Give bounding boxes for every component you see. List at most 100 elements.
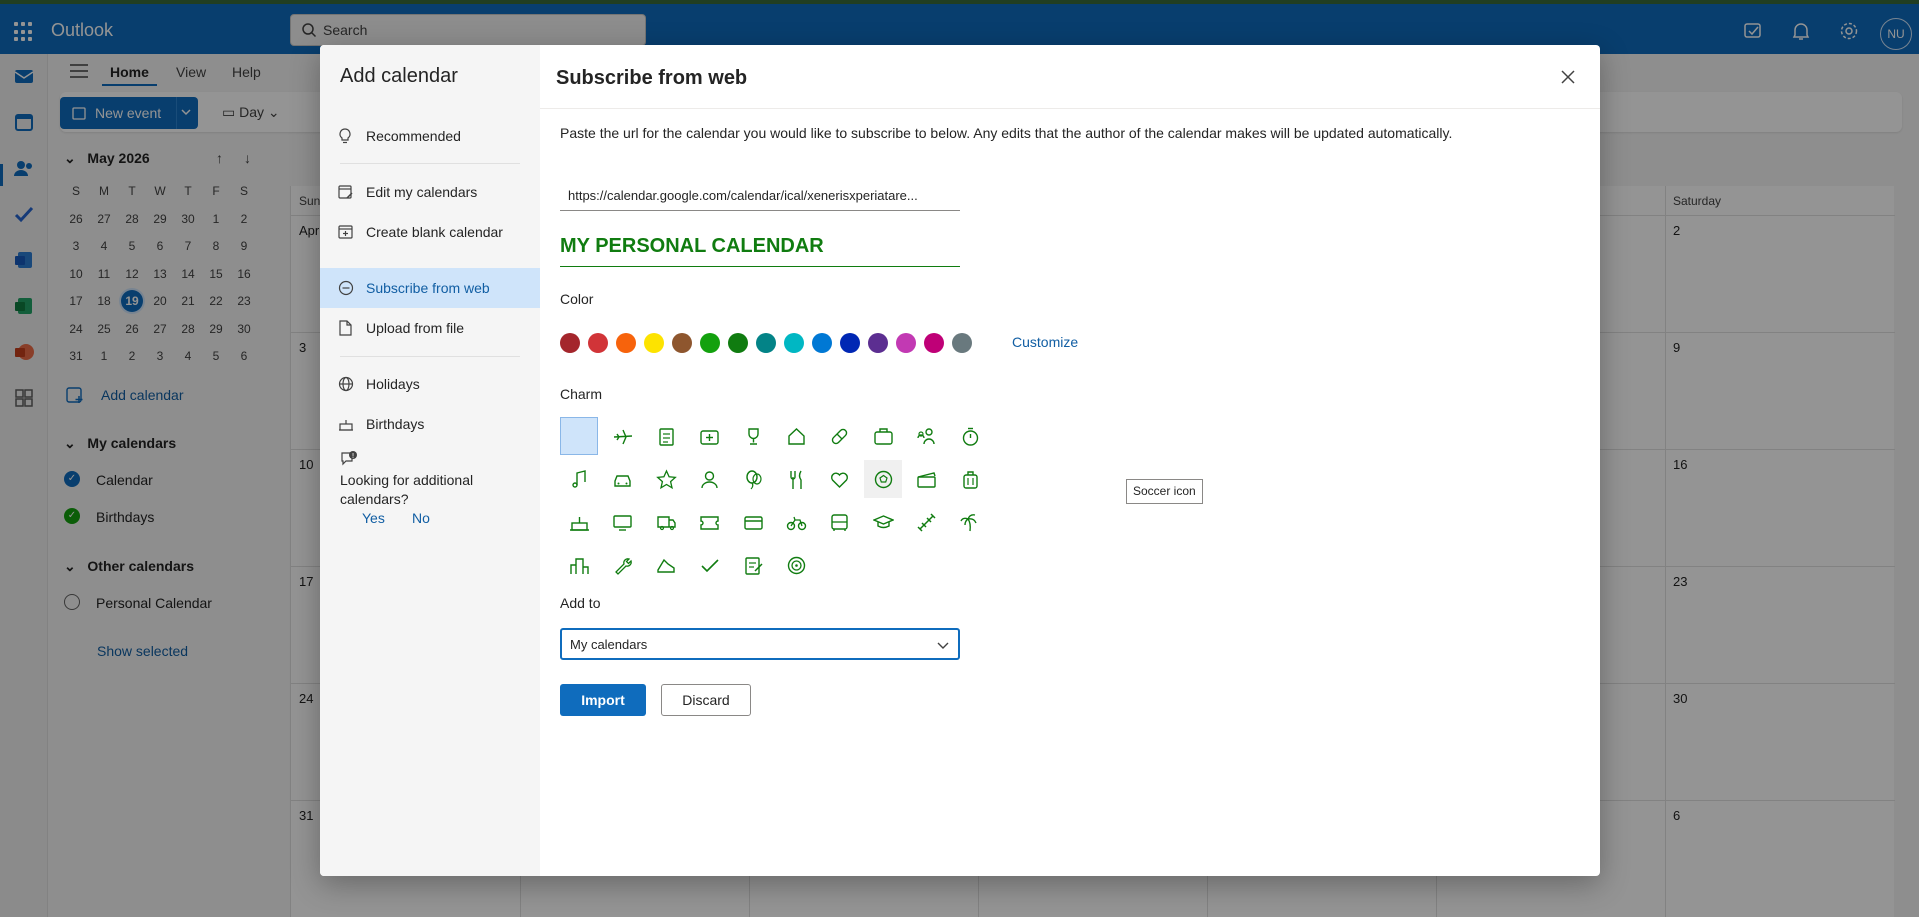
add-to-label: Add to [560,595,601,611]
charm-none-selected[interactable] [560,417,598,455]
charm-wrench[interactable] [603,546,641,584]
nav-subscribe-from-web[interactable]: Subscribe from web [320,268,540,308]
nav-create-blank[interactable]: Create blank calendar [320,212,540,252]
color-swatch[interactable] [672,333,692,353]
color-swatch[interactable] [896,333,916,353]
charm-ticket[interactable] [690,503,728,541]
charm-target[interactable] [777,546,815,584]
charm-movie-clapper[interactable] [907,460,945,498]
cake-icon [570,517,589,531]
color-swatch[interactable] [784,333,804,353]
charm-palm-tree[interactable] [951,503,989,541]
charm-truck[interactable] [647,503,685,541]
import-button[interactable]: Import [560,684,646,716]
charm-sneaker[interactable] [647,546,685,584]
people-icon [917,428,935,445]
charm-soccer[interactable] [863,460,902,498]
charm-airplane[interactable] [603,417,641,455]
wrench-icon [615,558,633,575]
charm-star[interactable] [647,460,685,498]
home-icon [788,428,805,445]
monitor-icon [613,515,633,531]
charm-city[interactable] [560,546,598,584]
color-swatch[interactable] [756,333,776,353]
briefcase-icon [874,428,893,445]
color-swatch[interactable] [924,333,944,353]
target-icon [787,556,806,575]
charm-first-aid[interactable] [690,417,728,455]
charm-briefcase[interactable] [864,417,902,455]
truck-icon [657,516,676,531]
charm-clipboard[interactable] [734,546,772,584]
color-swatch[interactable] [728,333,748,353]
yes-link[interactable]: Yes [362,510,385,526]
charm-heart[interactable] [820,460,858,498]
charm-people[interactable] [907,417,945,455]
car-icon [614,475,632,487]
charm-person[interactable] [690,460,728,498]
chevron-down-icon [937,642,949,649]
nav-birthdays[interactable]: Birthdays [320,404,540,444]
charm-suitcase[interactable] [951,460,989,498]
checkmark-icon [701,559,719,573]
dialog-title: Subscribe from web [556,67,748,89]
add-to-dropdown[interactable]: My calendars [560,628,960,660]
suitcase-icon [962,471,978,489]
color-swatch[interactable] [868,333,888,353]
discard-button[interactable]: Discard [661,684,751,716]
charm-car[interactable] [603,460,641,498]
charm-monitor[interactable] [603,503,641,541]
charm-stopwatch[interactable] [951,417,989,455]
color-swatch[interactable] [588,333,608,353]
notepad-icon [659,428,674,446]
charm-bus[interactable] [820,503,858,541]
stopwatch-icon [962,427,978,446]
graduation-cap-icon [872,515,894,529]
add-calendar-dialog: Add calendar Recommended Edit my calenda… [320,45,1600,876]
nav-recommended[interactable]: Recommended [320,116,540,156]
nav-upload-from-file[interactable]: Upload from file [320,308,540,348]
calendar-add-icon [338,225,353,239]
charm-notepad[interactable] [647,417,685,455]
calendar-url-input[interactable]: https://calendar.google.com/calendar/ica… [560,181,960,211]
charm-bicycle[interactable] [777,503,815,541]
color-swatch[interactable] [840,333,860,353]
charm-cake[interactable] [560,503,598,541]
ticket-icon [700,516,719,530]
nav-birthdays-label: Birthdays [366,416,425,432]
charm-pill[interactable] [820,417,858,455]
pill-icon [832,428,848,445]
nav-recommended-label: Recommended [366,128,461,144]
charm-music-note[interactable] [560,460,598,498]
charm-tooltip: Soccer icon [1126,479,1203,504]
color-swatch[interactable] [560,333,580,353]
color-swatch[interactable] [952,333,972,353]
no-link[interactable]: No [412,510,430,526]
charm-fork-knife[interactable] [777,460,815,498]
credit-card-icon [743,516,763,530]
nav-holidays[interactable]: Holidays [320,364,540,404]
heart-icon [831,472,849,488]
close-icon[interactable] [1560,69,1576,85]
color-swatch[interactable] [644,333,664,353]
charm-home[interactable] [777,417,815,455]
sneaker-icon [657,558,675,573]
customize-color-link[interactable]: Customize [1012,334,1078,350]
charm-dumbbell[interactable] [907,503,945,541]
charm-credit-card[interactable] [734,503,772,541]
charm-balloon[interactable] [734,460,772,498]
calendar-name-input[interactable]: MY PERSONAL CALENDAR [560,229,960,267]
nav-subscribe-label: Subscribe from web [366,280,490,296]
color-swatch[interactable] [616,333,636,353]
charm-checkmark[interactable] [690,546,728,584]
charm-trophy[interactable] [734,417,772,455]
cake-icon [339,420,353,431]
dialog-main: Subscribe from web Paste the url for the… [540,45,1600,876]
dumbbell-icon [917,513,936,532]
bus-icon [831,514,849,531]
lightbulb-icon [339,128,351,144]
color-swatch[interactable] [700,333,720,353]
charm-graduation-cap[interactable] [864,503,902,541]
color-swatch[interactable] [812,333,832,353]
nav-edit-calendars[interactable]: Edit my calendars [320,172,540,212]
